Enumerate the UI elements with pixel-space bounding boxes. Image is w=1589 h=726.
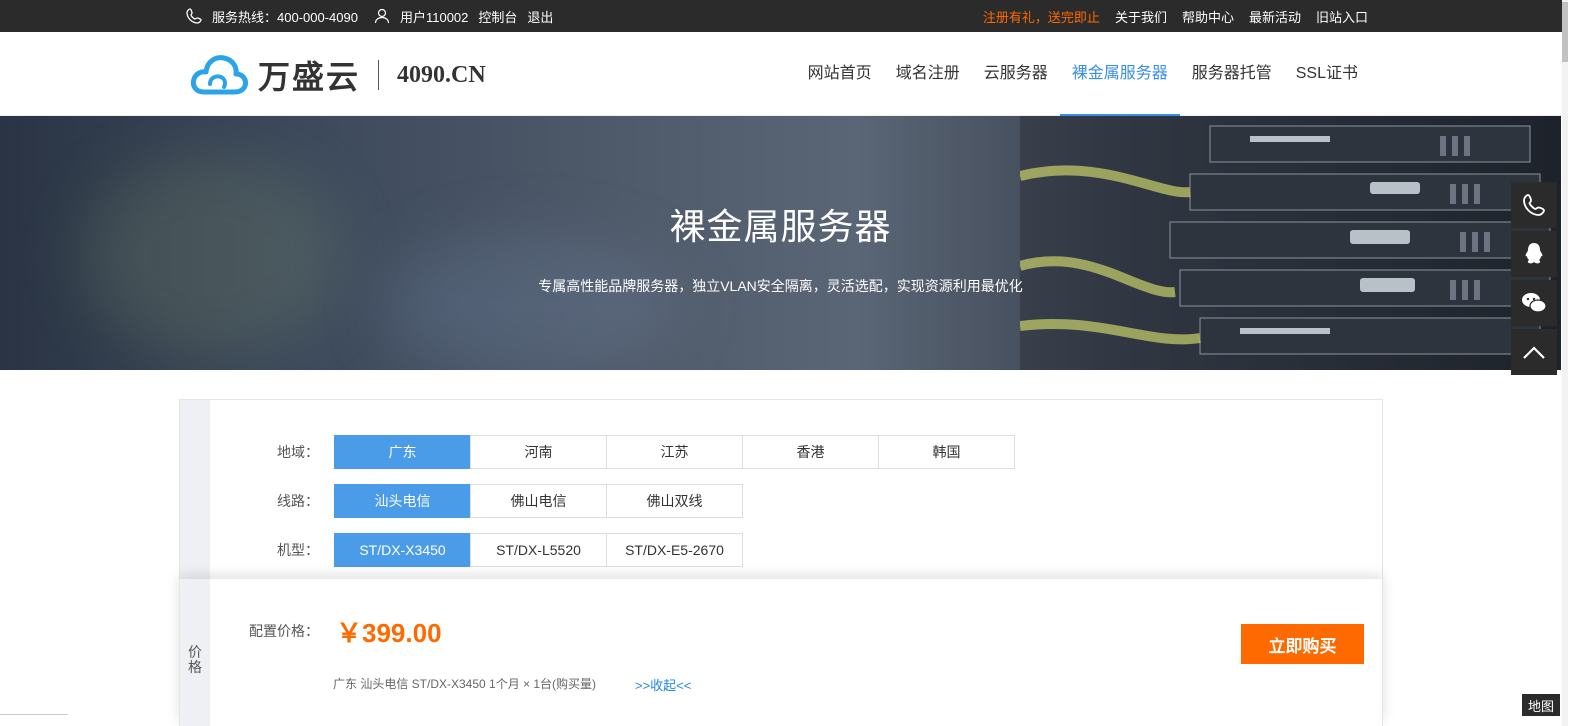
model-label: 机型： (277, 542, 319, 558)
help-link[interactable]: 帮助中心 (1182, 7, 1234, 26)
brand-domain: 4090.CN (397, 61, 486, 88)
model-option[interactable]: ST/DX-E5-2670 (606, 533, 743, 567)
buy-now-button[interactable]: 立即购买 (1241, 624, 1364, 664)
model-options: ST/DX-X3450 ST/DX-L5520 ST/DX-E5-2670 (334, 533, 743, 567)
brand-name: 万盛云 (258, 58, 361, 96)
main-nav: 网站首页 域名注册 云服务器 裸金属服务器 服务器托管 SSL证书 (796, 32, 1370, 117)
line-option[interactable]: 佛山电信 (470, 484, 607, 518)
nav-cloud-server[interactable]: 云服务器 (972, 32, 1060, 116)
hotline-text: 服务热线：400-000-4090 (212, 9, 358, 25)
divider (0, 714, 68, 715)
banner-glow (80, 156, 340, 356)
top-bar: 服务热线：400-000-4090 用户110002 控制台 退出 注册有礼，送… (0, 0, 1568, 32)
line-label: 线路： (277, 493, 319, 509)
hero-banner: 裸金属服务器 专属高性能品牌服务器，独立VLAN安全隔离，灵活选配，实现资源利用… (0, 116, 1561, 370)
old-site-link[interactable]: 旧站入口 (1316, 7, 1368, 26)
price-amount: ￥399.00 (336, 618, 442, 648)
promo-link[interactable]: 注册有礼，送完即止 (983, 7, 1100, 26)
region-options: 广东 河南 江苏 香港 韩国 (334, 435, 1015, 469)
region-label: 地域： (277, 444, 319, 460)
phone-icon (186, 8, 202, 24)
banner-title: 裸金属服务器 (669, 206, 892, 247)
user-link[interactable]: 用户110002 (400, 7, 468, 26)
map-button[interactable]: 地图 (1522, 694, 1560, 716)
region-option[interactable]: 广东 (334, 435, 471, 469)
events-link[interactable]: 最新活动 (1249, 7, 1301, 26)
config-side-strip (180, 400, 210, 600)
phone-float-button[interactable] (1511, 182, 1557, 228)
line-row: 线路： 汕头电信 佛山电信 佛山双线 (277, 484, 743, 518)
about-link[interactable]: 关于我们 (1115, 7, 1167, 26)
region-option[interactable]: 韩国 (878, 435, 1015, 469)
qq-float-button[interactable] (1511, 231, 1557, 277)
user-icon (374, 8, 390, 24)
nav-colocation[interactable]: 服务器托管 (1180, 32, 1284, 116)
model-row: 机型： ST/DX-X3450 ST/DX-L5520 ST/DX-E5-267… (277, 533, 743, 567)
back-to-top-button[interactable] (1511, 329, 1557, 375)
price-side-label: 价格 (188, 644, 202, 675)
region-option[interactable]: 香港 (742, 435, 879, 469)
wechat-float-button[interactable] (1511, 280, 1557, 326)
region-option[interactable]: 江苏 (606, 435, 743, 469)
model-option[interactable]: ST/DX-X3450 (334, 533, 471, 567)
line-option[interactable]: 汕头电信 (334, 484, 471, 518)
chevron-up-icon (1523, 346, 1545, 359)
top-bar-right: 注册有礼，送完即止 关于我们 帮助中心 最新活动 旧站入口 (983, 0, 1368, 32)
logo-divider (378, 60, 380, 90)
phone-icon (1523, 194, 1545, 216)
nav-home[interactable]: 网站首页 (796, 32, 884, 116)
top-bar-left: 服务热线：400-000-4090 用户110002 控制台 退出 (186, 0, 553, 32)
config-summary: 广东 汕头电信 ST/DX-X3450 1个月 × 1台(购买量) (333, 677, 597, 691)
line-option[interactable]: 佛山双线 (606, 484, 743, 518)
model-option[interactable]: ST/DX-L5520 (470, 533, 607, 567)
price-side-strip: 价格 (180, 579, 210, 726)
banner-glow (380, 236, 680, 370)
price-label: 配置价格： (249, 623, 319, 639)
side-toolbar (1511, 182, 1557, 378)
logout-link[interactable]: 退出 (527, 7, 553, 26)
collapse-toggle-link[interactable]: >>收起<< (635, 675, 691, 694)
header: 万盛云 4090.CN 网站首页 域名注册 云服务器 裸金属服务器 服务器托管 … (0, 32, 1568, 117)
region-option[interactable]: 河南 (470, 435, 607, 469)
nav-ssl[interactable]: SSL证书 (1284, 32, 1370, 116)
wechat-icon (1522, 293, 1547, 313)
cloud-logo-icon (190, 55, 248, 95)
config-panel: 地域： 广东 河南 江苏 香港 韩国 线路： 汕头电信 佛山电信 佛山双线 机型… (179, 399, 1383, 600)
price-bar: 价格 配置价格： ￥399.00 广东 汕头电信 ST/DX-X3450 1个月… (179, 579, 1383, 726)
line-options: 汕头电信 佛山电信 佛山双线 (334, 484, 743, 518)
console-link[interactable]: 控制台 (478, 7, 517, 26)
nav-bare-metal[interactable]: 裸金属服务器 (1059, 32, 1180, 117)
qq-icon (1525, 243, 1543, 264)
logo[interactable]: 万盛云 4090.CN (190, 50, 486, 100)
region-row: 地域： 广东 河南 江苏 香港 韩国 (277, 435, 1015, 469)
scrollbar-thumb[interactable] (1562, 2, 1568, 62)
scrollbar[interactable] (1562, 0, 1568, 726)
nav-domain[interactable]: 域名注册 (884, 32, 972, 116)
banner-subtitle: 专属高性能品牌服务器，独立VLAN安全隔离，灵活选配，实现资源利用最优化 (538, 278, 1023, 294)
